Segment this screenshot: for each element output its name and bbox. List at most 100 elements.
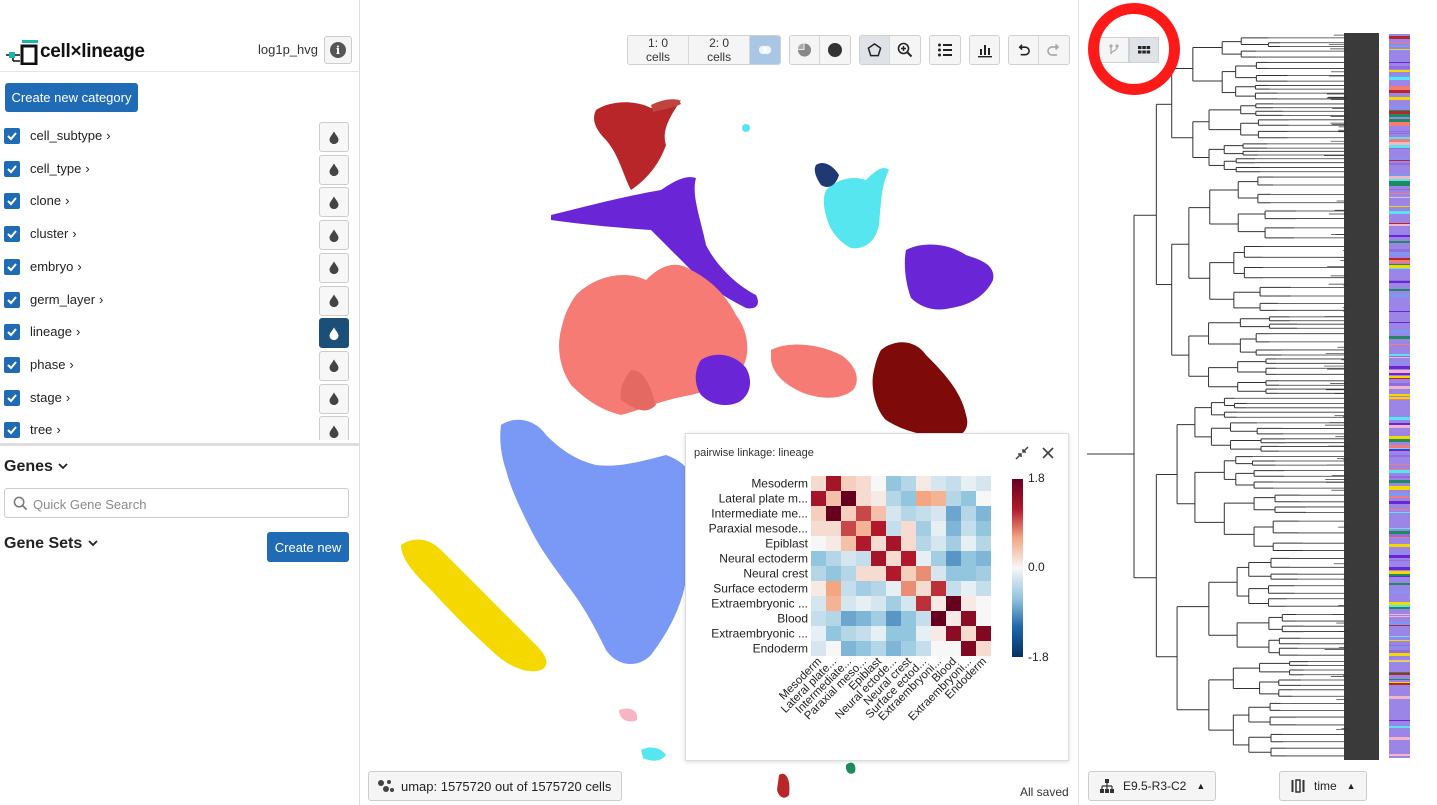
tree-color-strip-cell [1389,617,1410,619]
tree-color-strip-cell [1389,149,1410,150]
tree-color-strip-cell [1389,574,1410,576]
tree-color-strip-cell [1389,134,1410,137]
heatmap-cell [871,551,886,566]
category-label[interactable]: stage › [30,390,70,405]
category-checkbox[interactable] [4,389,20,406]
embedding-selector-button[interactable]: umap: 1575720 out of 1575720 cells [368,771,623,801]
category-label[interactable]: phase › [30,357,74,372]
create-category-button[interactable]: Create new category [5,83,138,112]
color-by-category-button[interactable] [319,122,349,152]
category-row-clone[interactable]: clone › [0,185,360,218]
category-checkbox[interactable] [4,324,20,341]
heatmap-cell [976,626,991,641]
category-row-stage[interactable]: stage › [0,382,360,415]
create-gene-set-button[interactable]: Create new [267,532,349,562]
category-checkbox[interactable] [4,193,20,210]
zoom-button[interactable] [890,36,921,64]
category-label[interactable]: cluster › [30,226,77,241]
tree-color-strip-cell [1389,735,1410,737]
heatmap-cell [811,491,826,506]
lasso-select-button[interactable] [860,36,891,64]
category-label[interactable]: lineage › [30,324,80,339]
tree-color-selector[interactable]: time ▲ [1279,771,1367,801]
tree-color-strip-cell [1389,520,1410,521]
category-row-cell-subtype[interactable]: cell_subtype › [0,120,360,153]
tree-color-strip-cell [1389,330,1410,333]
category-label[interactable]: tree › [30,422,61,437]
category-row-embryo[interactable]: embryo › [0,251,360,284]
tree-node-selector[interactable]: E9.5-R3-C2 ▲ [1088,771,1217,801]
heatmap-row-label: Surface ectoderm [713,582,808,596]
tree-color-strip-cell [1389,66,1410,69]
tree-color-strip-cell [1389,386,1410,389]
tree-color-strip-cell [1389,470,1410,473]
tree-color-strip-cell [1389,468,1410,469]
lineage-dendrogram[interactable] [1079,30,1437,765]
category-label[interactable]: clone › [30,193,69,208]
genes-header[interactable]: Genes [4,458,69,476]
category-row-cell-type[interactable]: cell_type › [0,153,360,186]
tree-color-strip-cell [1389,737,1410,740]
display-mode-group [789,35,852,65]
pie-mode-button[interactable] [790,36,821,64]
category-checkbox[interactable] [4,258,20,275]
category-checkbox[interactable] [4,128,20,144]
tree-color-strip-cell [1389,362,1410,363]
heatmap-cell [976,596,991,611]
category-row-tree[interactable]: tree › [0,414,360,440]
panel-divider[interactable] [0,443,360,446]
color-by-category-button[interactable] [319,416,349,440]
color-by-category-button[interactable] [319,154,349,185]
tree-color-strip-cell [1389,59,1410,60]
color-by-category-button[interactable] [319,187,349,218]
info-button[interactable]: i [324,36,352,64]
tree-color-strip-cell [1389,101,1410,102]
color-by-category-button[interactable] [319,350,349,381]
heatmap-cell [931,506,946,521]
tree-color-strip-cell [1389,740,1410,742]
tree-color-strip-cell [1389,408,1410,411]
category-label[interactable]: cell_type › [30,161,90,176]
color-by-category-button[interactable] [319,383,349,414]
category-checkbox[interactable] [4,226,20,243]
heatmap-cell [946,611,961,626]
tree-color-strip-cell [1389,43,1410,45]
tree-color-strip-cell [1389,345,1410,347]
heatmap-row-label: Endoderm [753,642,808,656]
tree-color-strip-cell [1389,119,1410,122]
category-label[interactable]: embryo › [30,259,82,274]
color-by-category-button[interactable] [319,252,349,283]
tree-color-strip-cell [1389,615,1410,616]
histogram-button[interactable] [969,36,1000,64]
circle-icon [828,43,843,57]
redo-button[interactable] [1039,36,1070,64]
undo-button[interactable] [1009,36,1040,64]
tree-color-strip-cell [1389,89,1410,90]
tree-color-strip-cell [1389,148,1410,149]
category-row-phase[interactable]: phase › [0,349,360,382]
color-by-category-button[interactable] [319,220,349,251]
tree-color-strip-cell [1389,96,1410,97]
gene-search-input[interactable] [33,494,333,514]
dot-mode-button[interactable] [820,36,851,64]
cell-set-1-button[interactable]: 1: 0 cells [628,36,690,64]
tree-color-strip-cell [1389,571,1410,574]
color-by-category-button[interactable] [319,318,349,349]
category-row-germ-layer[interactable]: germ_layer › [0,284,360,317]
category-label[interactable]: cell_subtype › [30,128,111,143]
category-row-lineage[interactable]: lineage › [0,316,360,349]
category-name: cell_subtype [30,128,103,143]
category-row-cluster[interactable]: cluster › [0,218,360,251]
color-by-category-button[interactable] [319,285,349,316]
zoom-in-icon [897,42,913,58]
category-label[interactable]: germ_layer › [30,292,103,307]
category-checkbox[interactable] [4,291,20,308]
cell-set-2-button[interactable]: 2: 0 cells [689,36,751,64]
category-checkbox[interactable] [4,422,20,439]
category-checkbox[interactable] [4,356,20,373]
list-view-button[interactable] [930,36,960,64]
gene-sets-header[interactable]: Gene Sets [4,535,99,553]
heatmap-cell [961,491,976,506]
category-checkbox[interactable] [4,160,20,177]
toggle-sets-button[interactable] [750,36,781,64]
